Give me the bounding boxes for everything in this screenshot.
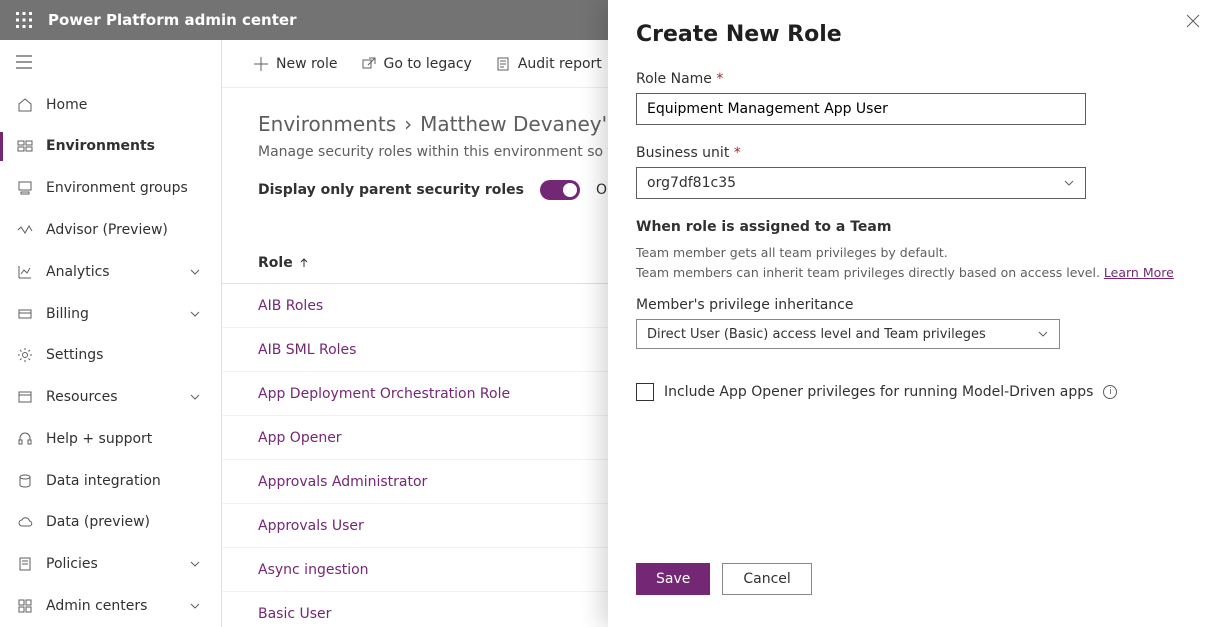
external-icon xyxy=(362,57,376,71)
sidebar-item-help[interactable]: Help + support xyxy=(0,418,221,460)
chevron-down-icon xyxy=(1037,328,1049,340)
sidebar-item-settings[interactable]: Settings xyxy=(0,334,221,376)
sidebar-item-environments[interactable]: Environments xyxy=(0,126,221,168)
required-indicator: * xyxy=(734,145,741,161)
sidebar-item-admin-centers[interactable]: Admin centers xyxy=(0,585,221,627)
business-unit-label: Business unit * xyxy=(636,145,1190,161)
sidebar-item-policies[interactable]: Policies xyxy=(0,543,221,585)
sidebar-item-label: Resources xyxy=(46,389,189,405)
admin-centers-icon xyxy=(16,597,34,615)
app-launcher-icon[interactable] xyxy=(0,0,48,40)
sidebar-item-label: Analytics xyxy=(46,264,189,280)
sidebar-item-label: Home xyxy=(46,97,205,113)
sidebar-item-data-integration[interactable]: Data integration xyxy=(0,460,221,502)
sidebar-item-advisor[interactable]: Advisor (Preview) xyxy=(0,209,221,251)
team-assignment-heading: When role is assigned to a Team xyxy=(636,219,1190,235)
create-role-panel: Create New Role Role Name * Business uni… xyxy=(608,0,1218,627)
select-value: org7df81c35 xyxy=(647,175,736,191)
sidebar-item-label: Environment groups xyxy=(46,180,205,196)
advisor-icon xyxy=(16,221,34,239)
inheritance-select[interactable]: Direct User (Basic) access level and Tea… xyxy=(636,319,1060,349)
info-icon[interactable]: i xyxy=(1103,385,1117,399)
close-button[interactable] xyxy=(1180,8,1206,34)
inheritance-label: Member's privilege inheritance xyxy=(636,297,1190,313)
sidebar-item-label: Settings xyxy=(46,347,205,363)
chevron-down-icon xyxy=(189,308,205,320)
home-icon xyxy=(16,96,34,114)
include-app-opener-checkbox[interactable] xyxy=(636,383,654,401)
breadcrumb-sep: › xyxy=(404,112,412,136)
role-link[interactable]: Approvals User xyxy=(258,518,364,534)
panel-title: Create New Role xyxy=(636,22,1190,47)
sidebar-item-label: Data (preview) xyxy=(46,514,205,530)
role-link[interactable]: AIB SML Roles xyxy=(258,342,356,358)
role-link[interactable]: Async ingestion xyxy=(258,562,369,578)
cmd-label: Go to legacy xyxy=(384,56,472,72)
environments-icon xyxy=(16,137,34,155)
audit-report-button[interactable]: Audit report xyxy=(496,56,602,72)
plus-icon xyxy=(254,57,268,71)
go-to-legacy-button[interactable]: Go to legacy xyxy=(362,56,472,72)
team-assignment-description: Team member gets all team privileges by … xyxy=(636,243,1190,283)
env-groups-icon xyxy=(16,179,34,197)
column-header-label: Role xyxy=(258,255,293,271)
data-integration-icon xyxy=(16,472,34,490)
role-link[interactable]: Basic User xyxy=(258,606,331,622)
sidebar-item-label: Policies xyxy=(46,556,189,572)
learn-more-link[interactable]: Learn More xyxy=(1104,265,1174,280)
chevron-down-icon xyxy=(189,391,205,403)
role-link[interactable]: Approvals Administrator xyxy=(258,474,427,490)
cancel-button[interactable]: Cancel xyxy=(722,563,811,595)
sort-asc-icon xyxy=(299,258,309,268)
cloud-icon xyxy=(16,513,34,531)
sidebar-collapse-button[interactable] xyxy=(0,40,221,84)
role-link[interactable]: App Opener xyxy=(258,430,342,446)
chevron-down-icon xyxy=(189,558,205,570)
chevron-down-icon xyxy=(189,600,205,612)
gear-icon xyxy=(16,346,34,364)
analytics-icon xyxy=(16,263,34,281)
chevron-down-icon xyxy=(1063,177,1075,189)
chevron-down-icon xyxy=(189,266,205,278)
required-indicator: * xyxy=(716,71,723,87)
resources-icon xyxy=(16,388,34,406)
cmd-label: Audit report xyxy=(518,56,602,72)
sidebar-item-billing[interactable]: Billing xyxy=(0,293,221,335)
breadcrumb-root[interactable]: Environments xyxy=(258,112,396,136)
report-icon xyxy=(496,57,510,71)
role-link[interactable]: App Deployment Orchestration Role xyxy=(258,386,510,402)
sidebar-item-data-preview[interactable]: Data (preview) xyxy=(0,502,221,544)
checkbox-label: Include App Opener privileges for runnin… xyxy=(664,384,1093,400)
sidebar-item-label: Environments xyxy=(46,138,205,154)
parent-roles-toggle[interactable] xyxy=(540,180,580,200)
sidebar-item-label: Admin centers xyxy=(46,598,189,614)
sidebar-item-label: Billing xyxy=(46,306,189,322)
headset-icon xyxy=(16,430,34,448)
sidebar-item-home[interactable]: Home xyxy=(0,84,221,126)
include-app-opener-row: Include App Opener privileges for runnin… xyxy=(636,383,1190,401)
sidebar-item-label: Advisor (Preview) xyxy=(46,222,205,238)
sidebar: Home Environments Environment groups Adv… xyxy=(0,40,222,627)
role-name-input[interactable] xyxy=(636,93,1086,125)
column-header-role[interactable]: Role xyxy=(258,255,309,271)
billing-icon xyxy=(16,305,34,323)
policies-icon xyxy=(16,555,34,573)
select-value: Direct User (Basic) access level and Tea… xyxy=(647,327,986,342)
save-button[interactable]: Save xyxy=(636,563,710,595)
header-title: Power Platform admin center xyxy=(48,11,296,29)
sidebar-item-analytics[interactable]: Analytics xyxy=(0,251,221,293)
role-name-label: Role Name * xyxy=(636,71,1190,87)
new-role-button[interactable]: New role xyxy=(254,56,338,72)
sidebar-item-label: Data integration xyxy=(46,473,205,489)
role-link[interactable]: AIB Roles xyxy=(258,298,323,314)
toggle-label: Display only parent security roles xyxy=(258,182,524,198)
sidebar-item-resources[interactable]: Resources xyxy=(0,376,221,418)
panel-actions: Save Cancel xyxy=(636,563,812,595)
sidebar-item-label: Help + support xyxy=(46,431,205,447)
cmd-label: New role xyxy=(276,56,338,72)
business-unit-select[interactable]: org7df81c35 xyxy=(636,167,1086,199)
sidebar-item-env-groups[interactable]: Environment groups xyxy=(0,167,221,209)
